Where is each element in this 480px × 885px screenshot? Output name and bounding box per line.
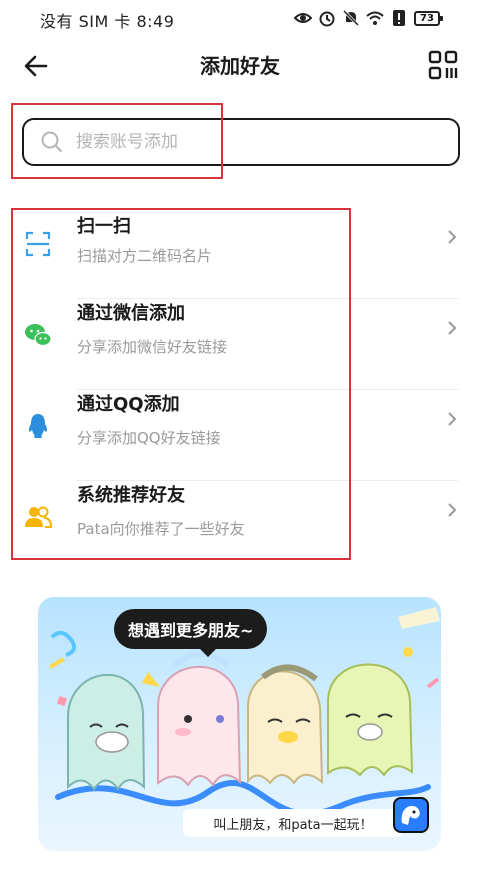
wifi-icon: [366, 9, 384, 27]
option-wechat[interactable]: 通过微信添加 分享添加微信好友链接: [0, 299, 480, 390]
pata-logo-icon: [393, 797, 429, 833]
banner-speech-bubble: 想遇到更多朋友~: [114, 609, 268, 657]
option-title: 扫一扫: [77, 216, 131, 237]
option-subtitle: 分享添加QQ好友链接: [77, 429, 221, 447]
status-text: 没有 SIM 卡 8:49: [40, 12, 175, 31]
search-icon: [41, 131, 62, 152]
option-title: 通过微信添加: [77, 303, 185, 324]
qr-code-icon: [428, 50, 458, 80]
alert-icon: [390, 9, 408, 27]
mute-bell-icon: [342, 9, 360, 27]
option-scan[interactable]: 扫一扫 扫描对方二维码名片: [0, 208, 480, 299]
search-input[interactable]: [74, 131, 418, 153]
qq-penguin-icon: [28, 414, 48, 438]
eye-icon: [294, 9, 312, 27]
chevron-right-icon: [448, 503, 457, 517]
qr-code-button[interactable]: [428, 50, 458, 80]
scan-icon: [25, 231, 51, 257]
header: 添加好友: [0, 36, 480, 92]
battery-indicator: 73: [414, 10, 443, 26]
alarm-icon: [318, 9, 336, 27]
add-friend-options: 扫一扫 扫描对方二维码名片 通过微信添加 分享添加微信好友链接 通过QQ添加 分…: [0, 208, 480, 572]
users-icon: [25, 506, 52, 528]
wechat-icon: [25, 324, 52, 347]
option-title: 通过QQ添加: [77, 394, 180, 415]
option-subtitle: 分享添加微信好友链接: [77, 338, 228, 356]
page-title: 添加好友: [200, 54, 280, 78]
chevron-right-icon: [448, 230, 457, 244]
option-recommended[interactable]: 系统推荐好友 Pata向你推荐了一些好友: [0, 481, 480, 572]
invite-cta[interactable]: 叫上朋友，和pata一起玩！: [183, 809, 403, 837]
chevron-right-icon: [448, 321, 457, 335]
invite-banner[interactable]: 想遇到更多朋友~ 叫上朋友，和pata一起玩！: [38, 597, 441, 851]
status-bar: 没有 SIM 卡 8:49 73: [0, 0, 480, 36]
chevron-right-icon: [448, 412, 457, 426]
option-title: 系统推荐好友: [77, 485, 185, 506]
option-subtitle: 扫描对方二维码名片: [77, 247, 213, 265]
option-subtitle: Pata向你推荐了一些好友: [77, 520, 245, 538]
option-qq[interactable]: 通过QQ添加 分享添加QQ好友链接: [0, 390, 480, 481]
status-icons: 73: [294, 8, 443, 28]
search-bar[interactable]: [22, 118, 460, 166]
